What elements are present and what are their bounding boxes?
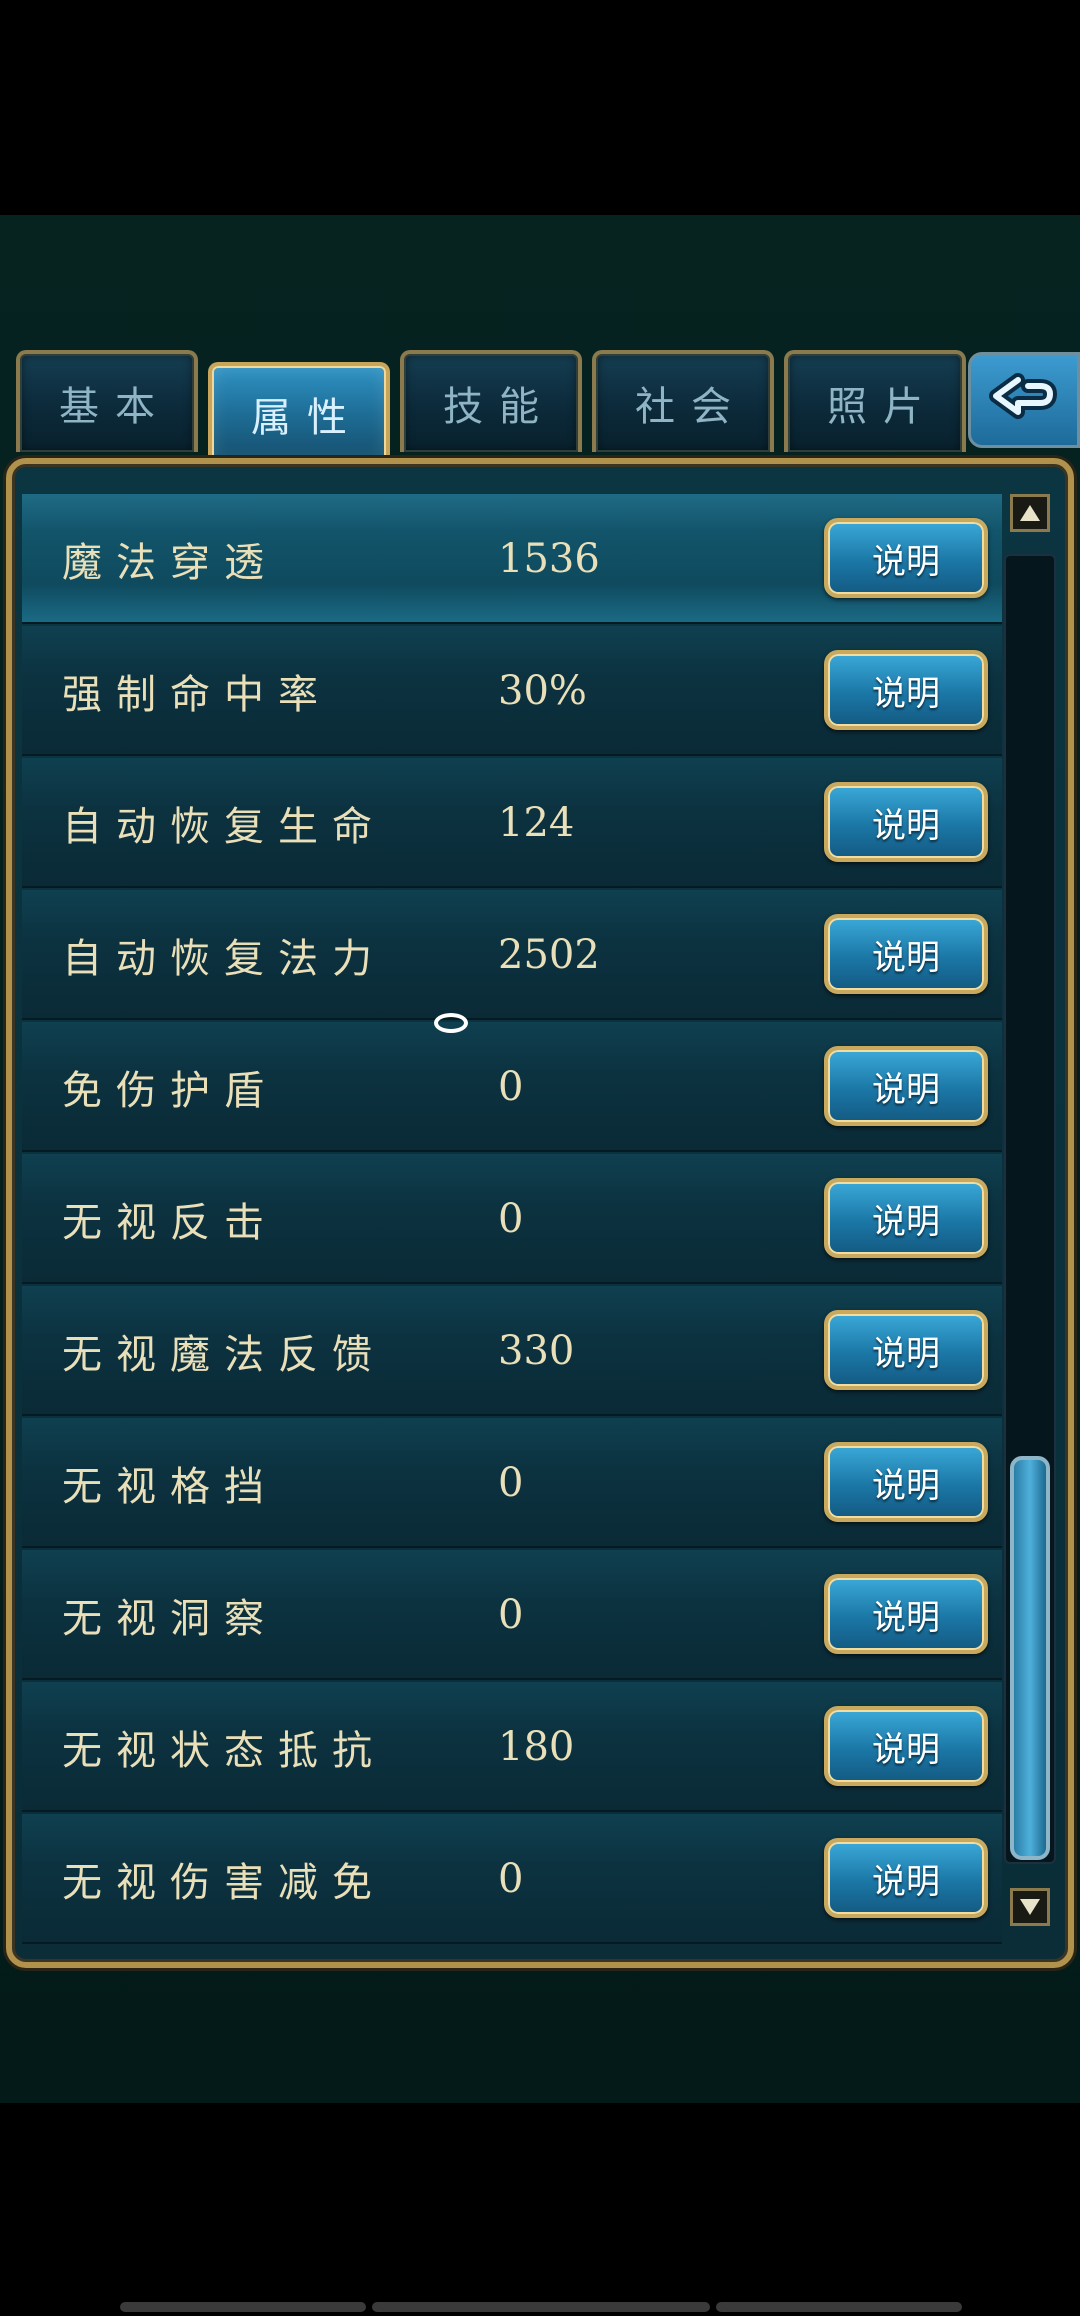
- attribute-value: 0: [498, 1592, 524, 1638]
- attribute-row[interactable]: 无视魔法反馈 330 说明: [22, 1286, 1002, 1416]
- scroll-down-button[interactable]: [1010, 1888, 1050, 1926]
- nav-bar-segment: [120, 2302, 366, 2312]
- attribute-row[interactable]: 自动恢复生命 124 说明: [22, 758, 1002, 888]
- attribute-name: 强制命中率: [62, 672, 332, 718]
- attribute-row[interactable]: 无视状态抵抗 180 说明: [22, 1682, 1002, 1812]
- attribute-name: 无视魔法反馈: [62, 1332, 386, 1378]
- attribute-row[interactable]: 魔法穿透 1536 说明: [22, 494, 1002, 624]
- attribute-value: 180: [498, 1724, 575, 1770]
- tab-basic[interactable]: 基本: [16, 350, 198, 452]
- explain-button[interactable]: 说明: [824, 914, 988, 994]
- attribute-row[interactable]: 无视伤害减免 0 说明: [22, 1814, 1002, 1944]
- attribute-name: 自动恢复生命: [62, 804, 386, 850]
- tab-social[interactable]: 社会: [592, 350, 774, 452]
- explain-button[interactable]: 说明: [824, 782, 988, 862]
- attribute-name: 自动恢复法力: [62, 936, 386, 982]
- nav-bar-segment: [716, 2302, 962, 2312]
- attribute-name: 免伤护盾: [62, 1068, 278, 1114]
- attribute-value: 0: [498, 1196, 524, 1242]
- return-arrow-icon: [989, 373, 1057, 419]
- attribute-list[interactable]: 魔法穿透 1536 说明 强制命中率 30% 说明 自动恢复生命 124 说明 …: [22, 494, 1002, 1946]
- tab-photo[interactable]: 照片: [784, 350, 966, 452]
- attribute-value: 124: [498, 800, 575, 846]
- attribute-name: 魔法穿透: [62, 540, 278, 586]
- scroll-up-button[interactable]: [1010, 494, 1050, 532]
- explain-button[interactable]: 说明: [824, 1838, 988, 1918]
- explain-button[interactable]: 说明: [824, 1046, 988, 1126]
- attribute-name: 无视洞察: [62, 1596, 278, 1642]
- explain-button[interactable]: 说明: [824, 650, 988, 730]
- attribute-row[interactable]: 无视洞察 0 说明: [22, 1550, 1002, 1680]
- triangle-up-icon: [1020, 505, 1040, 521]
- attribute-name: 无视伤害减免: [62, 1860, 386, 1906]
- explain-button[interactable]: 说明: [824, 1706, 988, 1786]
- attribute-name: 无视格挡: [62, 1464, 278, 1510]
- attribute-value: 30%: [498, 668, 587, 714]
- touch-cursor: [434, 1013, 468, 1033]
- screen: 基本 属性 技能 社会 照片 魔法穿透 1536 说明 强制命中率 30% 说明…: [0, 0, 1080, 2316]
- tab-skills[interactable]: 技能: [400, 350, 582, 452]
- attribute-value: 0: [498, 1460, 524, 1506]
- scrollbar-thumb[interactable]: [1010, 1456, 1050, 1860]
- attribute-value: 1536: [498, 536, 600, 582]
- attribute-row[interactable]: 强制命中率 30% 说明: [22, 626, 1002, 756]
- back-button[interactable]: [968, 352, 1080, 448]
- attribute-value: 0: [498, 1856, 524, 1902]
- attribute-value: 2502: [498, 932, 600, 978]
- attribute-row[interactable]: 无视格挡 0 说明: [22, 1418, 1002, 1548]
- tab-attributes[interactable]: 属性: [208, 362, 390, 462]
- explain-button[interactable]: 说明: [824, 1574, 988, 1654]
- attribute-name: 无视状态抵抗: [62, 1728, 386, 1774]
- attribute-value: 330: [498, 1328, 575, 1374]
- triangle-down-icon: [1020, 1899, 1040, 1915]
- attribute-row[interactable]: 无视反击 0 说明: [22, 1154, 1002, 1284]
- attribute-row[interactable]: 自动恢复法力 2502 说明: [22, 890, 1002, 1020]
- explain-button[interactable]: 说明: [824, 1178, 988, 1258]
- explain-button[interactable]: 说明: [824, 518, 988, 598]
- nav-bar-segment: [372, 2302, 710, 2312]
- attribute-row[interactable]: 免伤护盾 0 说明: [22, 1022, 1002, 1152]
- attribute-value: 0: [498, 1064, 524, 1110]
- attribute-name: 无视反击: [62, 1200, 278, 1246]
- explain-button[interactable]: 说明: [824, 1310, 988, 1390]
- tab-bar: 基本 属性 技能 社会 照片: [8, 350, 1072, 462]
- explain-button[interactable]: 说明: [824, 1442, 988, 1522]
